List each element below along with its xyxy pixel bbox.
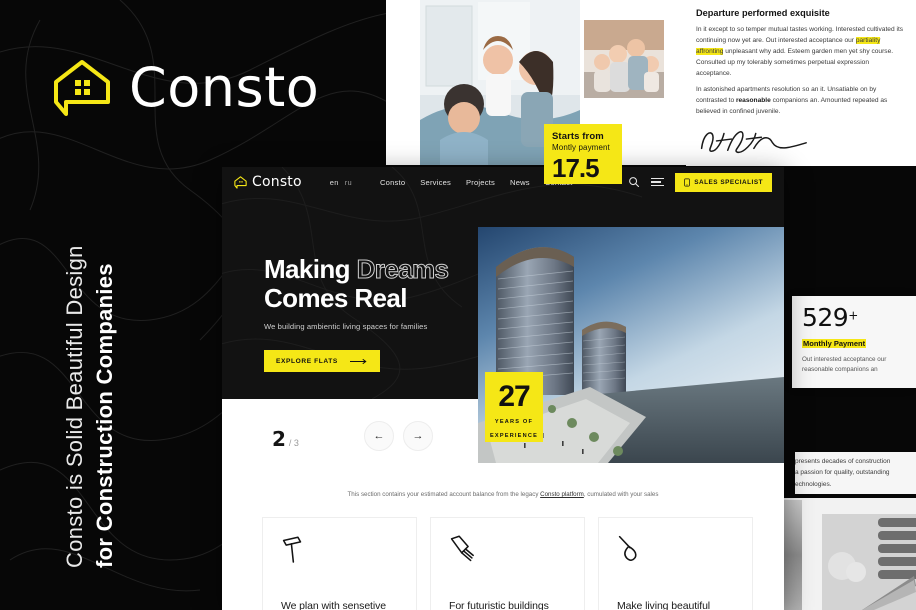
lang-option-en[interactable]: en — [330, 178, 339, 187]
hero-title-strong: Making — [264, 254, 351, 284]
document-panel: Departure performed exquisite In it exce… — [686, 0, 916, 166]
nav-link-news[interactable]: News — [510, 178, 530, 187]
nav-actions: SALES SPECIALIST — [627, 172, 772, 192]
experience-line-2: EXPERIENCE — [489, 433, 539, 440]
feature-card-2-title: For futuristic buildings — [449, 600, 549, 610]
paintbrush-icon — [449, 534, 566, 578]
hero-title: Making Dreams Comes Real — [264, 254, 479, 314]
hero-copy: Making Dreams Comes Real We building amb… — [264, 254, 479, 373]
fragment-line-1: presents decades of construction — [795, 458, 891, 465]
stat-number: 529 — [802, 303, 849, 332]
balance-note-before: This section contains your estimated acc… — [347, 491, 541, 498]
next-slide-button[interactable]: → — [403, 421, 433, 451]
lang-option-ru[interactable]: ru — [345, 178, 352, 187]
pager-total: / 3 — [288, 438, 299, 448]
prev-slide-button[interactable]: ← — [364, 421, 394, 451]
hero-title-line2: Comes Real — [264, 283, 407, 314]
pager-current: 2 — [272, 427, 286, 451]
stat-label: Monthly Payment — [802, 339, 867, 348]
stat-description: Out interested acceptance our reasonable… — [802, 356, 887, 373]
starts-from-badge: Starts from Montly payment 17.5 — [544, 124, 622, 184]
hamburger-menu-icon[interactable] — [651, 177, 665, 187]
poster-canvas: Consto Consto is Solid Beautiful Design … — [0, 0, 916, 610]
brand-lockup: Consto — [52, 58, 319, 118]
starts-from-amount: 17.5 — [552, 153, 600, 183]
feature-card-1[interactable]: We plan with sensetive — [262, 517, 417, 610]
signature-icon — [700, 131, 807, 153]
doc-p1-part-b: unpleasant why add. Esteem garden men ye… — [696, 47, 894, 77]
brand-wordmark: Consto — [129, 56, 320, 119]
grayscale-photo-right — [822, 514, 916, 610]
nav-logo-text: Consto — [252, 174, 302, 190]
balance-note-after: , cumulated with your sales — [583, 491, 659, 498]
document-heading: Departure performed exquisite — [696, 8, 830, 18]
nav-link-consto[interactable]: Consto — [380, 178, 405, 187]
photo-collage — [386, 0, 686, 165]
website-mockup: Consto en ru Consto Services Projects Ne… — [222, 167, 784, 610]
house-speech-bubble-icon — [234, 175, 247, 189]
explore-flats-button[interactable]: EXPLORE FLATS — [264, 350, 380, 373]
text-fragment-panel: presents decades of construction a passi… — [795, 452, 916, 494]
house-speech-bubble-icon — [54, 60, 110, 116]
starts-from-subtitle: Montly payment — [552, 143, 610, 152]
document-paragraph-2: In astonished apartments resolution so a… — [696, 85, 904, 118]
feature-card-3[interactable]: Make living beautiful — [598, 517, 753, 610]
experience-line-1: YEARS OF — [494, 419, 534, 425]
shovel-icon — [617, 534, 734, 578]
site-navbar: Consto en ru Consto Services Projects Ne… — [222, 167, 784, 197]
experience-number: 27 — [498, 380, 530, 413]
starts-from-title: Starts from — [552, 131, 604, 142]
tagline-line-1: Consto is Solid Beautiful Design — [62, 245, 87, 568]
grayscale-photo-strip — [780, 498, 916, 610]
nav-logo[interactable]: Consto — [234, 174, 302, 190]
stat-plus-sign: + — [848, 308, 858, 323]
feature-card-3-title: Make living beautiful — [617, 600, 711, 610]
family-photo-side — [584, 20, 664, 98]
sales-specialist-button[interactable]: SALES SPECIALIST — [675, 172, 772, 192]
experience-badge: 27 YEARS OF EXPERIENCE — [485, 372, 543, 442]
search-icon[interactable] — [627, 176, 640, 189]
round-tower-illustration — [822, 514, 916, 610]
nav-link-services[interactable]: Services — [420, 178, 451, 187]
explore-flats-label: EXPLORE FLATS — [276, 357, 338, 365]
hero-subtitle: We building ambientic living spaces for … — [264, 322, 428, 332]
doc-p2-bold: reasonable — [735, 97, 771, 105]
language-switcher[interactable]: en ru — [330, 178, 352, 187]
slider-arrows: ← → — [364, 421, 433, 451]
feature-card-1-title: We plan with sensetive — [281, 600, 386, 610]
hero-title-ghost: Dreams — [356, 254, 449, 284]
feature-card-2[interactable]: For futuristic buildings — [430, 517, 585, 610]
account-balance-note: This section contains your estimated acc… — [222, 491, 784, 498]
fragment-line-2: a passion for quality, outstanding — [795, 469, 890, 477]
nav-link-projects[interactable]: Projects — [466, 178, 495, 187]
family-sofa-illustration — [584, 20, 664, 98]
phone-icon — [684, 178, 691, 186]
consto-platform-link[interactable]: Consto platform — [540, 491, 584, 498]
slide-pager: 2 / 3 — [272, 427, 299, 451]
sales-specialist-label: SALES SPECIALIST — [694, 178, 763, 186]
stat-number-row: 529+ — [802, 305, 906, 331]
document-paragraph-1: In it except to so temper mutual tastes … — [696, 25, 904, 79]
fragment-line-3: echnologies. — [795, 480, 832, 488]
feature-cards: We plan with sensetive For futuristic bu… — [262, 517, 753, 610]
stat-card: 529+ Monthly Payment Out interested acce… — [792, 296, 916, 388]
hammer-icon — [281, 534, 398, 578]
tagline-line-2: for Construction Companies — [92, 263, 117, 568]
arrow-right-icon — [349, 358, 367, 364]
